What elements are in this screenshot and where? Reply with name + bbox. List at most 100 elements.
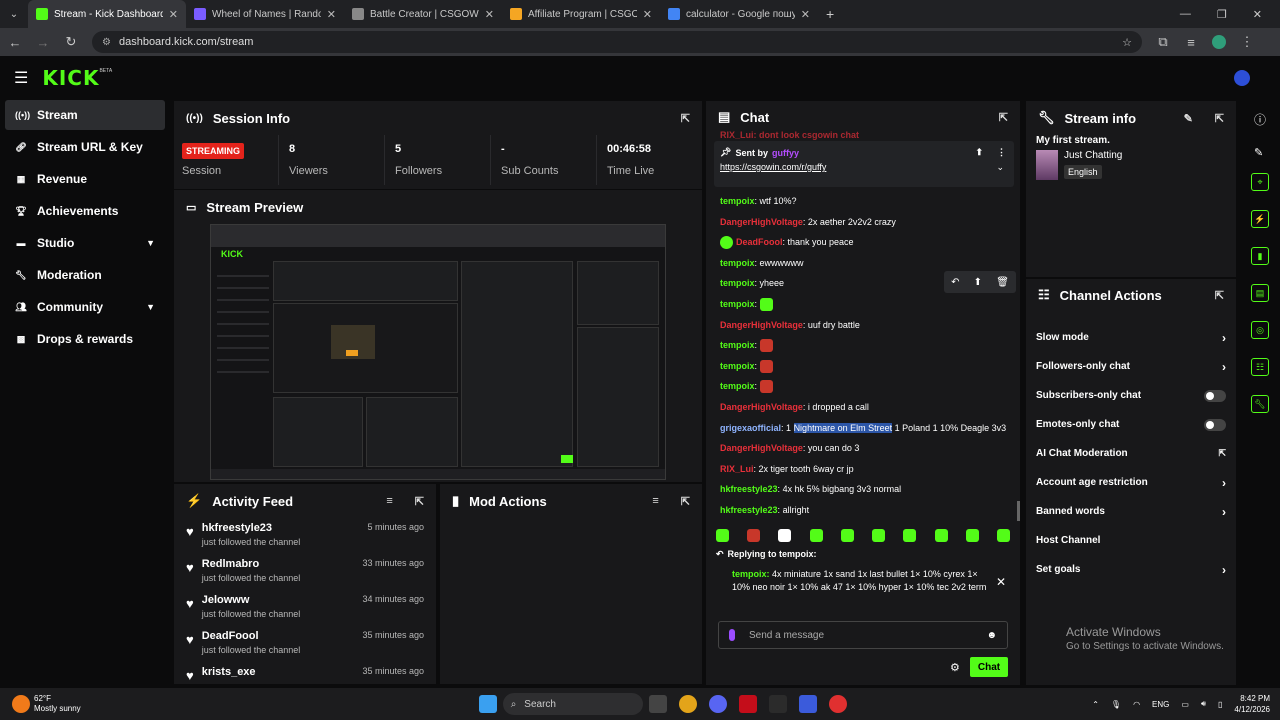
reply-icon[interactable]: ↶ xyxy=(951,277,959,288)
chat-username[interactable]: hkfreestyle23 xyxy=(720,505,778,515)
channel-action-slow-mode[interactable]: Slow mode › xyxy=(1026,323,1236,352)
expand-icon[interactable]: ⇱ xyxy=(1215,112,1224,125)
chat-username[interactable]: tempoix xyxy=(720,299,755,309)
expand-icon[interactable]: ⇱ xyxy=(681,495,690,508)
chat-username[interactable]: DangerHighVoltage xyxy=(720,402,803,412)
channel-action-set-goals[interactable]: Set goals › xyxy=(1026,555,1236,584)
chat-username[interactable]: tempoix xyxy=(720,381,755,391)
wifi-icon[interactable]: ◠ xyxy=(1133,700,1140,709)
battery-icon[interactable]: ▯ xyxy=(1218,700,1222,709)
profile-avatar[interactable] xyxy=(1212,35,1226,49)
emote-icon[interactable] xyxy=(716,529,729,542)
activity-username[interactable]: DeadFoool xyxy=(202,630,301,642)
chevron-down-icon[interactable]: ▼ xyxy=(146,238,155,248)
emote-icon[interactable] xyxy=(778,529,792,542)
url-input[interactable]: ⚙ dashboard.kick.com/stream ☆ xyxy=(92,31,1142,53)
pencil-icon[interactable]: ✎ xyxy=(1254,146,1280,159)
app-icon[interactable] xyxy=(828,695,847,713)
activity-username[interactable]: krists_exe xyxy=(202,666,256,678)
chat-username[interactable]: DeadFoool xyxy=(736,237,783,247)
bookmark-star-icon[interactable]: ☆ xyxy=(1122,36,1132,49)
sidebar-item-stream-url-key[interactable]: 🔗︎ Stream URL & Key xyxy=(5,132,165,162)
chat-scrollbar[interactable] xyxy=(1017,501,1020,521)
rail-sliders-icon[interactable]: ☷ xyxy=(1251,358,1269,376)
kick-logo[interactable]: KICK xyxy=(42,66,99,90)
clock[interactable]: 8:42 PM 4/12/2026 xyxy=(1234,693,1270,715)
channel-action-followers-only-chat[interactable]: Followers-only chat › xyxy=(1026,352,1236,381)
expand-icon[interactable]: ⇱ xyxy=(681,112,690,125)
emote-icon[interactable] xyxy=(840,529,854,542)
tab-close-icon[interactable]: ✕ xyxy=(327,8,336,21)
rail-chat-icon[interactable]: ▤ xyxy=(1251,284,1269,302)
tray-chevron-icon[interactable]: ⌃ xyxy=(1092,700,1099,709)
back-icon[interactable]: ← xyxy=(8,35,22,50)
maximize-icon[interactable]: ❐ xyxy=(1217,8,1227,21)
site-info-icon[interactable]: ⚙ xyxy=(102,37,111,48)
app-icon[interactable] xyxy=(798,695,817,713)
pinned-link[interactable]: https://csgowin.com/r/guffy xyxy=(720,162,826,173)
windows-start-icon[interactable] xyxy=(478,695,497,713)
emoji-icon[interactable]: ☻ xyxy=(986,630,997,641)
chat-username[interactable]: tempoix xyxy=(720,361,755,371)
edit-pencil-icon[interactable]: ✎ xyxy=(1184,112,1193,125)
minimize-icon[interactable]: — xyxy=(1180,8,1191,21)
tab-close-icon[interactable]: ✕ xyxy=(801,8,810,21)
emote-icon[interactable] xyxy=(747,529,761,542)
expand-icon[interactable]: ⇱ xyxy=(1215,289,1224,302)
filter-icon[interactable]: ≡ xyxy=(386,495,392,507)
browser-tab[interactable]: calculator - Google пошук ✕ xyxy=(660,0,818,28)
sidebar-item-revenue[interactable]: ▦ Revenue xyxy=(5,164,165,194)
rail-broadcast-icon[interactable]: ◎ xyxy=(1251,321,1269,339)
channel-action-ai-chat-moderation[interactable]: AI Chat Moderation ⇱ xyxy=(1026,439,1236,468)
expand-icon[interactable]: ⇱ xyxy=(999,111,1008,124)
chevron-down-icon[interactable]: ▼ xyxy=(146,302,155,312)
chat-username[interactable]: hkfreestyle23 xyxy=(720,484,778,494)
browser-tab[interactable]: Stream - Kick Dashboard ✕ xyxy=(28,0,186,28)
chat-input[interactable]: Send a message ☻ xyxy=(718,621,1008,649)
rail-shield-icon[interactable]: ▮ xyxy=(1251,247,1269,265)
chat-username[interactable]: RIX_Lui xyxy=(720,464,754,474)
language-indicator[interactable]: ENG xyxy=(1152,700,1169,709)
emote-icon[interactable] xyxy=(872,529,886,542)
mic-icon[interactable]: 🎙︎ xyxy=(1111,700,1121,709)
browser-tab[interactable]: Affiliate Program | CSGOWIN | ✕ xyxy=(502,0,660,28)
app-icon[interactable] xyxy=(738,695,757,713)
emote-icon[interactable] xyxy=(809,529,823,542)
chat-settings-icon[interactable]: ⚙ xyxy=(950,661,960,674)
unpin-icon[interactable]: ⬆ xyxy=(975,147,983,158)
chat-username[interactable]: DangerHighVoltage xyxy=(720,217,803,227)
taskbar-search[interactable]: ⌕ Search xyxy=(502,693,643,715)
activity-username[interactable]: hkfreestyle23 xyxy=(202,522,301,534)
chat-username[interactable]: DangerHighVoltage xyxy=(720,320,803,330)
tab-close-icon[interactable]: ✕ xyxy=(643,8,652,21)
app-icon[interactable] xyxy=(768,695,787,713)
sidebar-item-drops-rewards[interactable]: ▩ Drops & rewards xyxy=(5,324,165,354)
send-chat-button[interactable]: Chat xyxy=(970,657,1008,677)
chrome-icon[interactable] xyxy=(678,695,697,713)
sidebar-item-achievements[interactable]: 🏆︎ Achievements xyxy=(5,196,165,226)
new-tab-icon[interactable]: + xyxy=(826,6,834,22)
task-view-icon[interactable] xyxy=(648,695,667,713)
rail-bolt-icon[interactable]: ⚡ xyxy=(1251,210,1269,228)
network-icon[interactable]: ▭ xyxy=(1181,700,1189,709)
sidebar-item-community[interactable]: 👥︎ Community ▼ xyxy=(5,292,165,322)
tab-search-icon[interactable]: ⌄ xyxy=(0,9,28,20)
channel-action-account-age-restriction[interactable]: Account age restriction › xyxy=(1026,468,1236,497)
chat-username[interactable]: DangerHighVoltage xyxy=(720,443,803,453)
delete-icon[interactable]: 🗑︎ xyxy=(996,277,1009,288)
toggle-switch[interactable] xyxy=(1204,418,1226,431)
channel-action-subscribers-only-chat[interactable]: Subscribers-only chat xyxy=(1026,381,1236,410)
browser-tab[interactable]: Battle Creator | CSGOWIN | De ✕ xyxy=(344,0,502,28)
channel-action-banned-words[interactable]: Banned words › xyxy=(1026,497,1236,526)
sidebar-item-moderation[interactable]: 🔧︎ Moderation xyxy=(5,260,165,290)
stream-category[interactable]: Just Chatting xyxy=(1064,150,1122,161)
close-reply-icon[interactable]: ✕ xyxy=(996,575,1006,589)
media-icon[interactable]: ≡ xyxy=(1184,35,1198,50)
emote-icon[interactable] xyxy=(934,529,948,542)
volume-icon[interactable]: 🔊︎ xyxy=(1201,699,1206,709)
menu-dots-icon[interactable]: ⋮ xyxy=(1240,34,1254,50)
more-icon[interactable]: ⋮ xyxy=(997,147,1006,158)
extensions-icon[interactable]: ⧉ xyxy=(1156,34,1170,50)
activity-username[interactable]: Jelowww xyxy=(202,594,301,606)
expand-icon[interactable]: ⇱ xyxy=(415,495,424,508)
